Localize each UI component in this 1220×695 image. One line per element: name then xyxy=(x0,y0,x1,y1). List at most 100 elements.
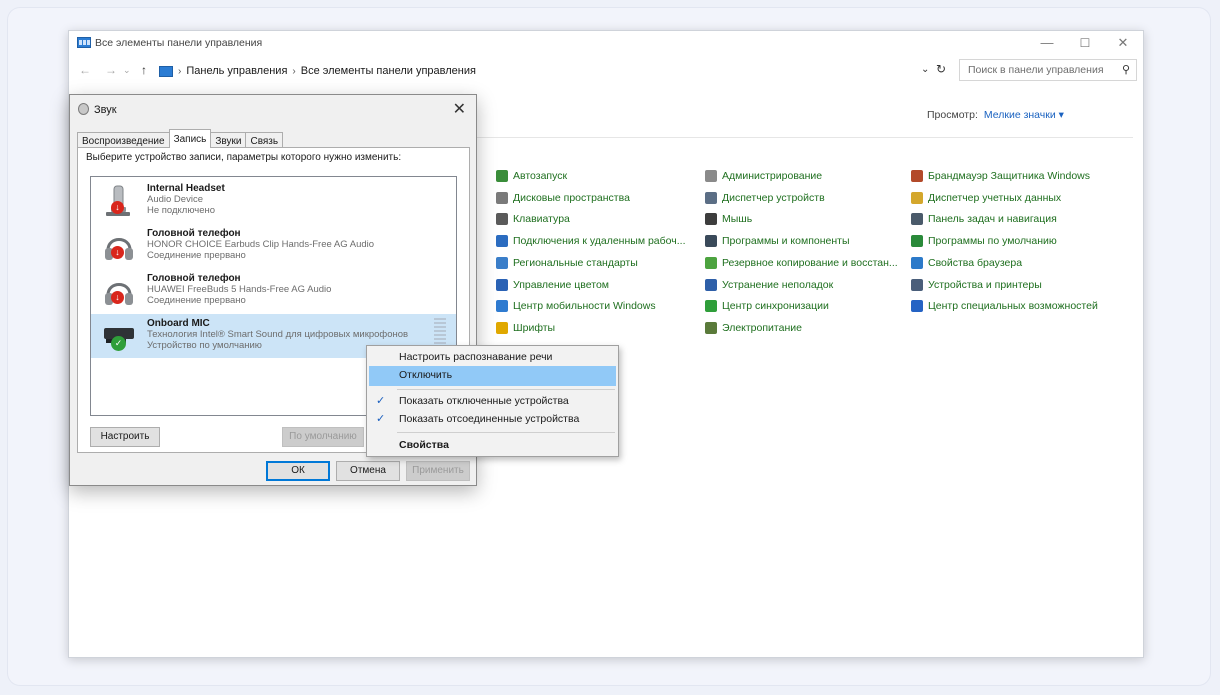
printers-icon xyxy=(911,278,923,291)
cp-item-label: Программы и компоненты xyxy=(722,235,850,248)
cp-item-label: Резервное копирование и восстан... xyxy=(722,256,898,269)
cp-item[interactable]: Региональные стандарты xyxy=(496,256,638,269)
menu-item-show-disabled[interactable]: ✓ Показать отключенные устройства xyxy=(369,392,616,412)
tab-communications[interactable]: Связь xyxy=(245,132,284,148)
device-item[interactable]: ↓ Головной телефон HUAWEI FreeBuds 5 Han… xyxy=(91,269,456,313)
device-description: Технология Intel® Smart Sound для цифров… xyxy=(147,329,409,340)
cp-item[interactable]: Электропитание xyxy=(705,321,802,334)
breadcrumb-item[interactable]: Все элементы панели управления xyxy=(301,65,476,77)
cp-item[interactable]: Брандмауэр Защитника Windows xyxy=(911,170,1090,182)
cp-item[interactable]: Программы и компоненты xyxy=(705,235,850,248)
power-icon xyxy=(705,321,717,334)
set-default-button[interactable]: По умолчанию xyxy=(282,427,364,447)
cp-item[interactable]: Дисковые пространства xyxy=(496,191,630,204)
cp-item[interactable]: Управление цветом xyxy=(496,278,610,291)
cp-item[interactable]: Клавиатура xyxy=(496,213,570,226)
menu-item-label: Свойства xyxy=(399,439,449,451)
device-status: Не подключено xyxy=(147,205,216,216)
cp-item-label: Управление цветом xyxy=(513,278,610,291)
cp-item[interactable]: Диспетчер устройств xyxy=(705,191,825,204)
cp-item[interactable]: Автозапуск xyxy=(496,170,567,182)
cp-item[interactable]: Резервное копирование и восстан... xyxy=(705,256,898,269)
configure-button[interactable]: Настроить xyxy=(90,427,160,447)
refresh-icon[interactable]: ↻ xyxy=(936,62,946,76)
device-manager-icon xyxy=(705,191,717,204)
cp-item[interactable]: Устройства и принтеры xyxy=(911,278,1042,291)
breadcrumb[interactable]: › Панель управления › Все элементы панел… xyxy=(159,65,476,77)
cp-item[interactable]: Шрифты xyxy=(496,321,555,334)
control-panel-small-icon xyxy=(159,65,173,77)
search-placeholder: Поиск в панели управления xyxy=(968,64,1104,76)
cp-item-label: Брандмауэр Защитника Windows xyxy=(928,170,1091,182)
cp-item-label: Дисковые пространства xyxy=(513,191,630,204)
recent-locations-chevron-icon[interactable]: ⌄ xyxy=(123,65,131,76)
cp-item-label: Устранение неполадок xyxy=(722,278,834,291)
ok-button[interactable]: ОК xyxy=(266,461,330,481)
forward-arrow-icon[interactable]: → xyxy=(105,63,117,77)
accessibility-icon xyxy=(911,300,923,313)
cp-item[interactable]: Мышь xyxy=(705,213,753,226)
cp-item[interactable]: Центр специальных возможностей xyxy=(911,300,1098,313)
browser-icon xyxy=(911,256,923,269)
tab-playback[interactable]: Воспроизведение xyxy=(77,132,170,148)
cp-item-label: Региональные стандарты xyxy=(513,256,638,269)
address-dropdown-icon[interactable]: ⌄ xyxy=(921,64,929,75)
maximize-button[interactable]: ☐ xyxy=(1069,33,1101,53)
device-name: Internal Headset xyxy=(147,183,225,194)
keyboard-icon xyxy=(496,213,508,226)
tab-recording[interactable]: Запись xyxy=(168,129,212,148)
cp-item[interactable]: Устранение неполадок xyxy=(705,278,834,291)
device-name: Головной телефон xyxy=(147,273,241,284)
menu-item-properties[interactable]: Свойства xyxy=(369,436,616,456)
cancel-button[interactable]: Отмена xyxy=(336,461,400,481)
view-mode-dropdown[interactable]: Мелкие значки ▾ xyxy=(984,109,1064,121)
taskbar-icon xyxy=(911,213,923,226)
menu-item-label: Настроить распознавание речи xyxy=(399,351,553,363)
up-arrow-icon[interactable]: ↑ xyxy=(141,63,147,77)
menu-item-disable[interactable]: Отключить xyxy=(369,366,616,386)
device-item[interactable]: ↓ Internal Headset Audio Device Не подкл… xyxy=(91,179,456,223)
tab-sounds[interactable]: Звуки xyxy=(210,132,247,148)
context-menu: Настроить распознавание речи Отключить ✓… xyxy=(366,345,619,457)
cp-item-label: Диспетчер устройств xyxy=(722,191,825,204)
cp-item[interactable]: Программы по умолчанию xyxy=(911,235,1057,248)
cp-item[interactable]: Центр синхронизации xyxy=(705,300,829,313)
menu-item-show-disconnected[interactable]: ✓ Показать отсоединенные устройства xyxy=(369,410,616,430)
device-description: HONOR CHOICE Earbuds Clip Hands-Free AG … xyxy=(147,239,375,250)
dialog-title: Звук xyxy=(94,104,117,116)
speaker-icon xyxy=(78,103,89,115)
cp-item-label: Мышь xyxy=(722,213,753,226)
instruction-text: Выберите устройство записи, параметры ко… xyxy=(86,152,402,163)
header-divider xyxy=(477,137,1133,138)
apply-button[interactable]: Применить xyxy=(406,461,470,481)
credentials-icon xyxy=(911,191,923,204)
storage-icon xyxy=(496,191,508,204)
device-item[interactable]: ↓ Головной телефон HONOR CHOICE Earbuds … xyxy=(91,224,456,268)
cp-item[interactable]: Администрирование xyxy=(705,170,822,182)
menu-item-label: Отключить xyxy=(399,369,453,381)
device-name: Onboard MIC xyxy=(147,318,210,329)
search-input[interactable]: Поиск в панели управления ⚲ xyxy=(959,59,1137,81)
cp-item-label: Свойства браузера xyxy=(928,256,1023,269)
view-mode: Просмотр: Мелкие значки ▾ xyxy=(927,109,1064,121)
close-icon[interactable]: ✕ xyxy=(453,99,466,119)
cp-item[interactable]: Центр мобильности Windows xyxy=(496,300,656,313)
cp-item-label: Администрирование xyxy=(722,170,823,182)
close-button[interactable]: ✕ xyxy=(1107,33,1139,53)
cp-item-label: Клавиатура xyxy=(513,213,570,226)
cp-item[interactable]: Свойства браузера xyxy=(911,256,1023,269)
cp-item[interactable]: Подключения к удаленным рабоч... xyxy=(496,235,686,248)
device-description: HUAWEI FreeBuds 5 Hands-Free AG Audio xyxy=(147,284,332,295)
breadcrumb-item[interactable]: Панель управления xyxy=(186,65,287,77)
breadcrumb-separator-icon: › xyxy=(292,65,296,77)
cp-item[interactable]: Диспетчер учетных данных xyxy=(911,191,1061,204)
cp-item-label: Устройства и принтеры xyxy=(928,278,1042,291)
cp-item-label: Панель задач и навигация xyxy=(928,213,1057,226)
title-bar: Все элементы панели управления — ☐ ✕ xyxy=(69,31,1143,55)
menu-item-speech-recognition[interactable]: Настроить распознавание речи xyxy=(369,348,616,368)
back-arrow-icon[interactable]: ← xyxy=(79,63,91,77)
device-description: Audio Device xyxy=(147,194,203,205)
cp-item[interactable]: Панель задач и навигация xyxy=(911,213,1057,226)
backup-icon xyxy=(705,256,717,269)
minimize-button[interactable]: — xyxy=(1031,33,1063,53)
